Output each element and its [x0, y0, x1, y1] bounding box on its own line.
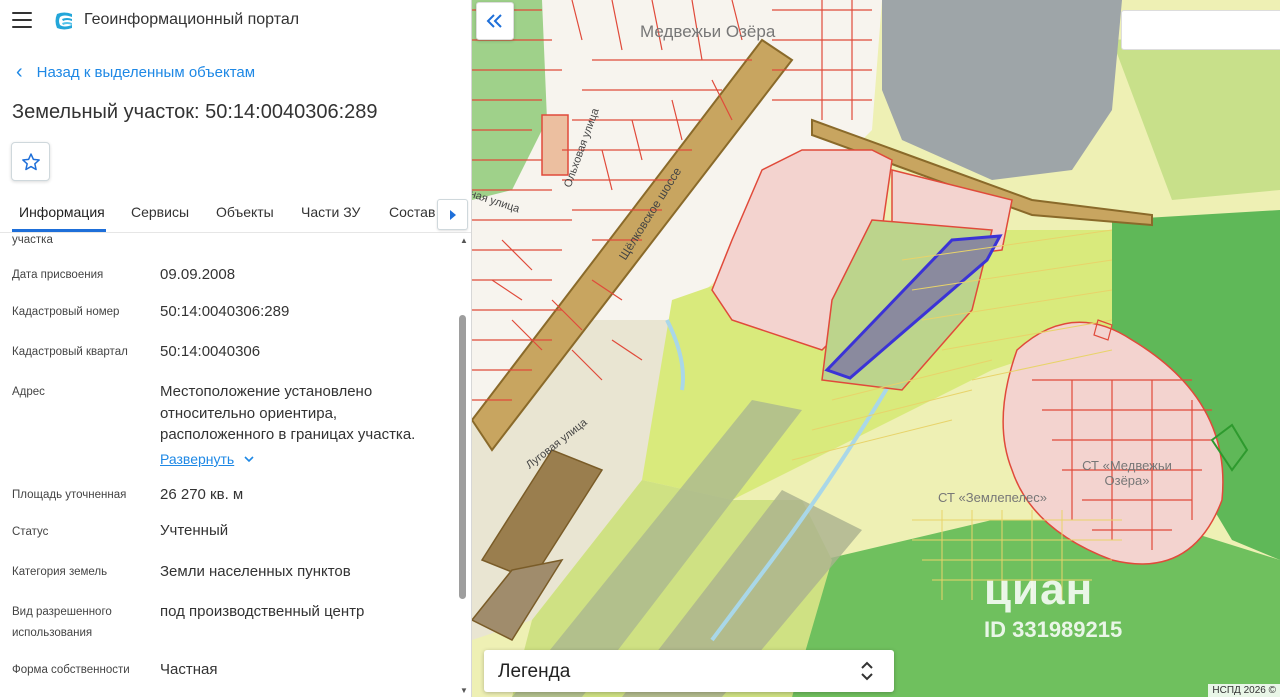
tab-parts[interactable]: Части ЗУ	[301, 204, 360, 220]
chevron-right-icon	[449, 209, 456, 220]
map-search-box[interactable]	[1121, 10, 1280, 50]
map-town-label: Медвежьи Озёра	[640, 22, 776, 41]
attribute-value: Земли населенных пунктов	[160, 563, 351, 580]
attribute-value: Частная	[160, 661, 218, 678]
attribute-label: Площадь уточненная	[12, 489, 127, 501]
attribute-value: 26 270 кв. м	[160, 486, 244, 503]
attribute-label: Дата присвоения	[12, 269, 104, 281]
back-link-label: Назад к выделенным объектам	[36, 64, 256, 81]
portal-logo-icon	[55, 12, 72, 30]
expand-label: Развернуть	[160, 451, 235, 467]
collapse-panel-button[interactable]	[476, 2, 514, 40]
attribute-label: Форма собственности	[12, 664, 130, 676]
attribute-value: 09.09.2008	[160, 266, 236, 283]
tab-objects[interactable]: Объекты	[216, 204, 274, 220]
legend-selector[interactable]: Легенда	[484, 650, 894, 692]
portal-title: Геоинформационный портал	[84, 11, 300, 28]
scrollbar-thumb[interactable]	[459, 315, 466, 599]
attribute-value: 50:14:0040306	[160, 343, 261, 360]
attribute-label: Статус	[12, 526, 49, 538]
attributes-list: участка Дата присвоения 09.09.2008 Кадас…	[0, 233, 455, 697]
watermark-logo: циан	[984, 565, 1094, 614]
info-scrollbar[interactable]: ▲ ▼	[457, 233, 469, 697]
expand-address-link[interactable]: Развернуть	[160, 451, 254, 467]
info-panel: Геоинформационный портал ‹ Назад к выдел…	[0, 0, 472, 697]
watermark-id: ID 331989215	[984, 617, 1123, 642]
attribute-label: Кадастровый квартал	[12, 346, 128, 358]
map-canvas[interactable]: Медвежьи Озёра Щёлковское шоссе Ольховая…	[472, 0, 1280, 697]
scroll-up-icon[interactable]: ▲	[460, 236, 468, 245]
back-to-selected-link[interactable]: ‹ Назад к выделенным объектам	[16, 61, 256, 83]
favorite-button[interactable]	[11, 142, 50, 181]
attribute-value: Учтенный	[160, 522, 229, 539]
tabs-scroll-right-button[interactable]	[437, 199, 468, 230]
tab-information[interactable]: Информация	[19, 204, 105, 220]
attribute-label: Адрес	[12, 386, 45, 398]
map-settlement-label: СТ «Землепелес»	[938, 490, 1047, 505]
tab-services[interactable]: Сервисы	[131, 204, 189, 220]
star-icon	[21, 152, 40, 170]
attribute-label: Вид разрешенного использования	[12, 606, 112, 639]
scroll-down-icon[interactable]: ▼	[460, 686, 468, 695]
map-copyright: НСПД 2026 ©	[1208, 684, 1280, 697]
tab-composition[interactable]: Состав	[389, 204, 435, 220]
chevron-left-icon: ‹	[16, 61, 23, 83]
attribute-label: Кадастровый номер	[12, 306, 120, 318]
map-settlement-label: СТ «Медвежьи Озёра»	[1082, 458, 1172, 488]
double-chevron-left-icon	[486, 14, 502, 28]
attribute-value: 50:14:0040306:289	[160, 303, 290, 320]
attribute-value: Местоположение установлено относительно …	[160, 383, 416, 443]
legend-title: Легенда	[498, 661, 571, 682]
page-title: Земельный участок: 50:14:0040306:289	[12, 101, 378, 123]
top-bar: Геоинформационный портал	[0, 0, 471, 42]
map-layer	[472, 0, 1280, 697]
attribute-label: Категория земель	[12, 566, 108, 578]
hamburger-menu-icon[interactable]	[12, 12, 32, 28]
tab-bar: Информация Сервисы Объекты Части ЗУ Сост…	[0, 196, 471, 233]
attribute-label: участка	[12, 234, 53, 246]
chevron-down-icon	[244, 455, 254, 462]
active-tab-indicator	[12, 229, 106, 232]
attribute-value: под производственный центр	[160, 603, 365, 620]
chevron-up-down-icon	[861, 661, 873, 681]
